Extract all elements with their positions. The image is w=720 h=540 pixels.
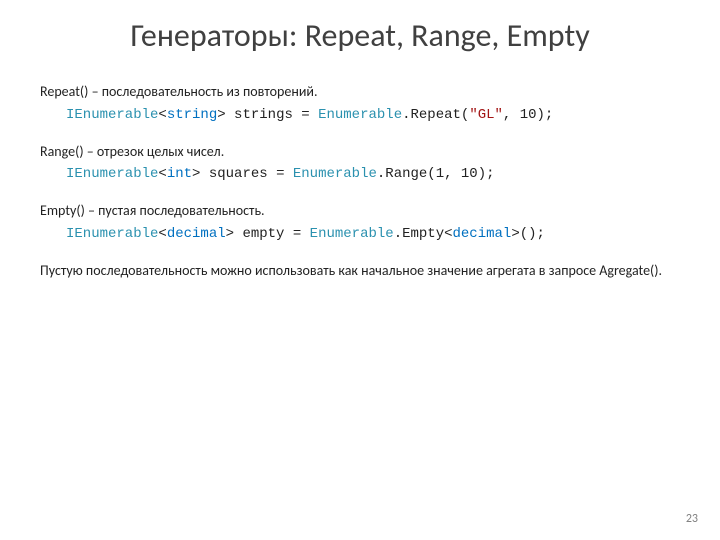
- code-text: <: [158, 226, 166, 242]
- code-text: <: [158, 166, 166, 182]
- empty-desc: Empty() – пустая последовательность.: [40, 202, 680, 221]
- code-text: , 10);: [503, 107, 553, 123]
- range-desc: Range() – отрезок целых чисел.: [40, 143, 680, 162]
- page-number: 23: [686, 512, 698, 526]
- code-text: <: [158, 107, 166, 123]
- code-text: strings =: [226, 107, 318, 123]
- code-string: "GL": [469, 107, 503, 123]
- code-text: .Range(1, 10);: [377, 166, 495, 182]
- code-text: .Empty<: [394, 226, 453, 242]
- code-class: Enumerable: [310, 226, 394, 242]
- repeat-desc: Repeat() – последовательность из повторе…: [40, 83, 680, 102]
- code-type: IEnumerable: [66, 226, 158, 242]
- slide-title: Генераторы: Repeat, Range, Empty: [40, 18, 680, 55]
- code-text: .Repeat(: [402, 107, 469, 123]
- code-text: >: [217, 107, 225, 123]
- empty-code: IEnumerable<decimal> empty = Enumerable.…: [40, 225, 680, 244]
- code-text: squares =: [200, 166, 292, 182]
- code-type: IEnumerable: [66, 107, 158, 123]
- code-class: Enumerable: [318, 107, 402, 123]
- code-keyword: int: [167, 166, 192, 182]
- code-class: Enumerable: [293, 166, 377, 182]
- repeat-code: IEnumerable<string> strings = Enumerable…: [40, 106, 680, 125]
- code-text: empty =: [234, 226, 310, 242]
- range-code: IEnumerable<int> squares = Enumerable.Ra…: [40, 165, 680, 184]
- code-keyword: string: [167, 107, 217, 123]
- code-text: >: [226, 226, 234, 242]
- code-type: IEnumerable: [66, 166, 158, 182]
- code-keyword: decimal: [167, 226, 226, 242]
- slide: Генераторы: Repeat, Range, Empty Repeat(…: [0, 0, 720, 281]
- footer-text: Пустую последовательность можно использо…: [40, 262, 680, 281]
- code-text: >();: [511, 226, 545, 242]
- slide-body: Repeat() – последовательность из повторе…: [40, 83, 680, 281]
- code-keyword: decimal: [453, 226, 512, 242]
